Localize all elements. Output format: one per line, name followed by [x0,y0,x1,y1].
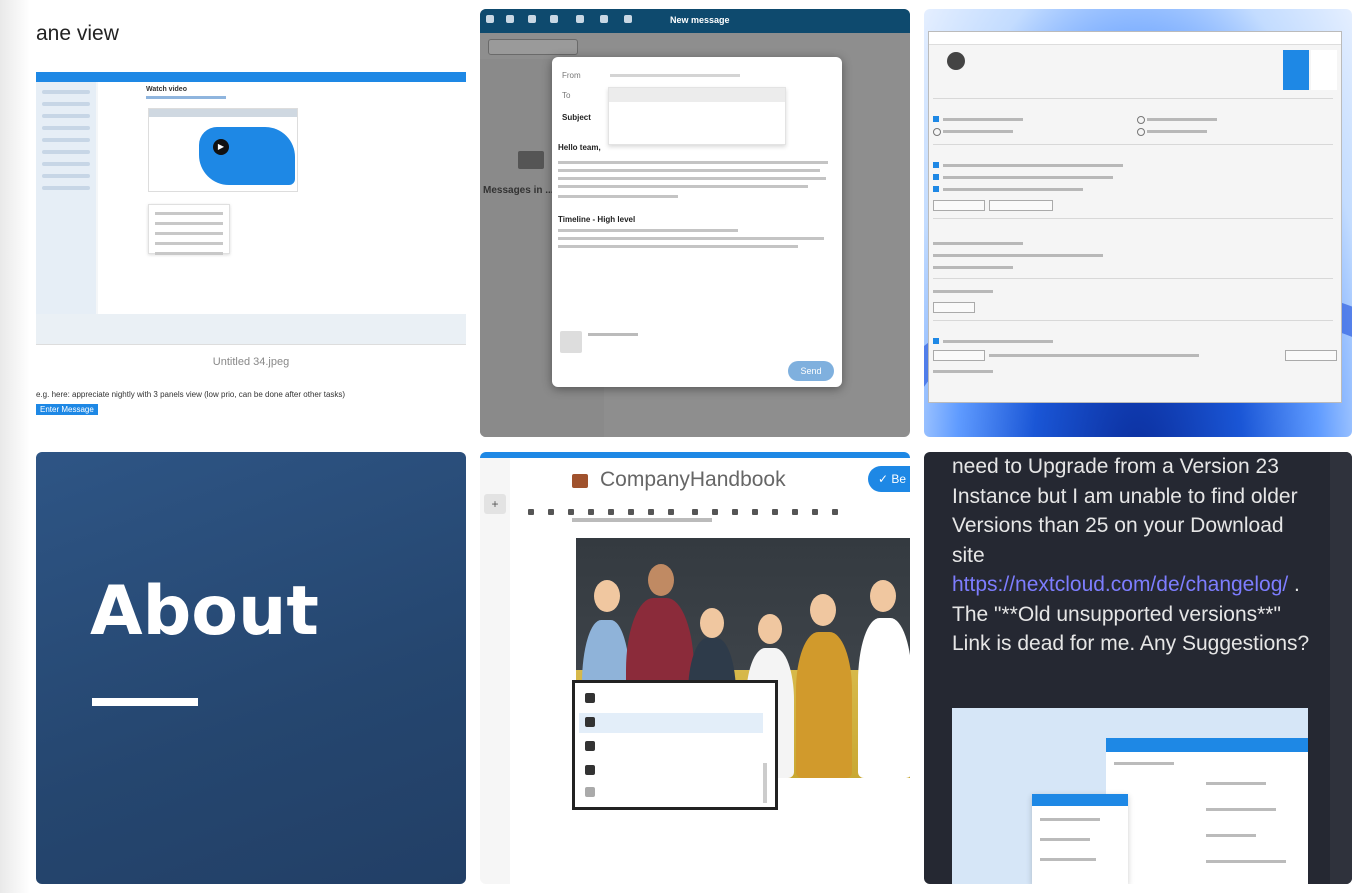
recipient-suggestions [608,87,786,145]
app-screenshot [952,708,1308,884]
message-chip: Enter Message [36,404,98,415]
about-heading: About [90,572,319,651]
tile-settings-dialog[interactable] [924,9,1352,437]
play-icon: ▶ [213,139,229,155]
list-label: Messages in ... [483,185,554,196]
attachment-icon [560,331,582,353]
app-footer [36,314,466,344]
text-line [572,518,712,522]
post-text: need to Upgrade from a Version 23 Instan… [952,455,1310,655]
image-caption: Untitled 34.jpeg [212,356,290,368]
subject-label: Subject [562,113,591,122]
plus-icon: + [484,494,506,514]
briefcase-icon [572,474,588,488]
side-pane: + [480,458,510,884]
document-title: CompanyHandbook [600,468,786,491]
from-label: From [562,71,581,80]
app-topbar [36,72,466,82]
search-input [488,39,578,55]
inner-title: Watch video [146,86,187,93]
send-button: Send [788,361,834,381]
popup-menu [148,204,230,255]
check-icon: ✓ Be [868,466,910,492]
heading-underline [92,698,198,706]
attachment-name [588,333,638,336]
tile-company-handbook[interactable]: + CompanyHandbook ✓ Be [480,452,910,884]
changelog-link: https://nextcloud.com/de/changelog/ [952,573,1289,596]
tile-forum-post[interactable]: need to Upgrade from a Version 23 Instan… [924,452,1352,884]
mobile-window [1032,794,1128,884]
page-edge-shadow [0,0,30,893]
pane-view-screenshot: Watch video ▶ [36,72,466,345]
compose-dialog: From To Subject Hello team, Timeline - H… [552,57,842,387]
greeting: Hello team, [558,143,601,152]
inner-link [146,96,226,99]
avatar-icon [947,52,965,70]
from-value [610,74,740,77]
tile-mail-composer[interactable]: New message Messages in ... From To Subj… [480,9,910,437]
envelope-icon [518,151,544,169]
desktop-window [1106,738,1308,884]
network-icon [1311,50,1337,90]
tile-pane-view[interactable]: ane view Watch video ▶ Untitled 34.jpeg … [36,18,466,438]
illustration [199,127,295,185]
settings-icon [1283,50,1309,90]
editor-toolbar [528,502,908,515]
toolbar-title: New message [670,15,730,25]
accent-bar [480,452,910,458]
tile-about[interactable]: About [36,452,466,884]
scrollbar [1330,452,1352,884]
mail-toolbar: New message [480,9,910,33]
to-label: To [562,91,571,100]
dialog-titlebar [929,32,1341,45]
context-menu [572,680,778,810]
video-preview: ▶ [148,108,298,192]
description: e.g. here: appreciate nightly with 3 pan… [36,390,346,399]
tile-title: ane view [36,22,119,45]
section-heading: Timeline - High level [558,215,636,224]
app-sidebar [36,82,96,314]
settings-tabs [1283,50,1337,90]
settings-dialog [928,31,1342,403]
